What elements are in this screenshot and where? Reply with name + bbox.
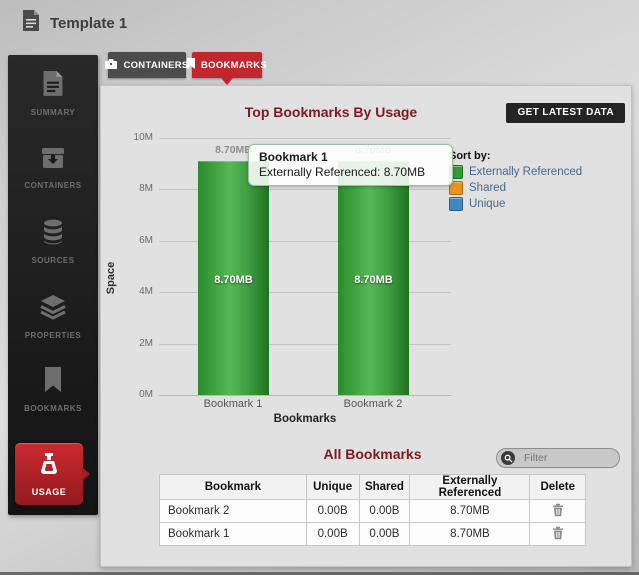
bookmark-icon — [44, 380, 62, 397]
table-header-row: Bookmark Unique Shared Externally Refere… — [160, 475, 586, 500]
cell-shared: 0.00B — [359, 523, 410, 546]
tooltip-title: Bookmark 1 — [259, 150, 442, 164]
x-axis-line — [159, 395, 451, 396]
x-category-label: Bookmark 1 — [183, 398, 283, 410]
trash-icon — [552, 528, 564, 543]
chart-tooltip: Bookmark 1 Externally Referenced: 8.70MB — [248, 144, 453, 186]
search-icon — [501, 451, 515, 465]
bar-inner-label: 8.70MB — [338, 274, 409, 286]
legend-entry-unique[interactable]: Unique — [449, 197, 582, 211]
tooltip-value: Externally Referenced: 8.70MB — [259, 165, 442, 179]
document-icon — [22, 10, 40, 37]
legend-entry-externally-referenced[interactable]: Externally Referenced — [449, 165, 582, 179]
sidebar-item-sources[interactable]: SOURCES — [8, 219, 98, 265]
y-axis-label: Space — [105, 238, 117, 318]
col-header-bookmark[interactable]: Bookmark — [160, 475, 307, 500]
filter-input[interactable] — [522, 451, 615, 465]
cell-externally-referenced: 8.70MB — [410, 523, 530, 546]
layers-icon — [39, 307, 67, 324]
bookmarks-table: Bookmark Unique Shared Externally Refere… — [159, 474, 586, 546]
table-row: Bookmark 1 0.00B 0.00B 8.70MB — [160, 523, 586, 546]
y-tick-label: 0M — [101, 389, 153, 400]
sidebar-item-label: CONTAINERS — [8, 181, 98, 190]
cell-bookmark: Bookmark 2 — [160, 500, 307, 523]
cell-externally-referenced: 8.70MB — [410, 500, 530, 523]
sidebar-item-label: BOOKMARKS — [8, 404, 98, 413]
active-item-arrow — [82, 467, 90, 481]
delete-bookmark-button[interactable] — [552, 503, 564, 517]
sidebar: SUMMARY CONTAINERS SOURCES PROPERTIES BO… — [8, 55, 98, 515]
bar-inner-label: 8.70MB — [198, 274, 269, 286]
sidebar-item-label: SUMMARY — [8, 108, 98, 117]
y-tick-label: 10M — [101, 132, 153, 143]
col-header-unique[interactable]: Unique — [306, 475, 359, 500]
archive-icon — [40, 157, 66, 174]
bookmark-icon — [187, 58, 195, 72]
x-category-label: Bookmark 2 — [323, 398, 423, 410]
col-header-externally-referenced[interactable]: Externally Referenced — [410, 475, 530, 500]
delete-bookmark-button[interactable] — [552, 526, 564, 540]
usage-panel: Top Bookmarks By Usage GET LATEST DATA 0… — [100, 85, 632, 567]
sidebar-item-label: PROPERTIES — [8, 331, 98, 340]
sidebar-item-label: SOURCES — [8, 256, 98, 265]
legend-entry-shared[interactable]: Shared — [449, 181, 582, 195]
sidebar-item-usage[interactable]: USAGE — [15, 443, 83, 505]
sidebar-item-summary[interactable]: SUMMARY — [8, 71, 98, 117]
sidebar-item-containers[interactable]: CONTAINERS — [8, 146, 98, 190]
page-title: Template 1 — [50, 15, 127, 32]
chart-legend: Sort by: Externally Referenced Shared Un… — [449, 150, 582, 211]
blue-swatch-icon — [449, 197, 463, 211]
table-row: Bookmark 2 0.00B 0.00B 8.70MB — [160, 500, 586, 523]
scale-icon — [37, 465, 61, 482]
document-icon — [42, 84, 64, 101]
col-header-delete[interactable]: Delete — [530, 475, 586, 500]
container-icon — [105, 59, 117, 72]
cell-shared: 0.00B — [359, 500, 410, 523]
app-window: Template 1 CONTAINERS BOOKMARKS SUMMARY … — [0, 0, 639, 575]
database-icon — [41, 232, 65, 249]
y-tick-label: 2M — [101, 338, 153, 349]
legend-title: Sort by: — [449, 150, 582, 162]
tab-label: BOOKMARKS — [201, 60, 267, 71]
filter-field[interactable] — [496, 448, 620, 468]
sidebar-item-label: USAGE — [15, 487, 83, 497]
trash-icon — [552, 505, 564, 520]
sidebar-item-properties[interactable]: PROPERTIES — [8, 294, 98, 340]
tab-label: CONTAINERS — [123, 60, 188, 71]
x-axis-label: Bookmarks — [159, 413, 451, 425]
page-header: Template 1 — [22, 10, 127, 37]
sidebar-item-bookmarks[interactable]: BOOKMARKS — [8, 367, 98, 413]
get-latest-data-button[interactable]: GET LATEST DATA — [506, 103, 625, 123]
cell-unique: 0.00B — [306, 500, 359, 523]
gridline — [159, 138, 451, 139]
chart-title: Top Bookmarks By Usage — [181, 104, 481, 120]
col-header-shared[interactable]: Shared — [359, 475, 410, 500]
y-tick-label: 8M — [101, 183, 153, 194]
tab-bookmarks[interactable]: BOOKMARKS — [192, 52, 262, 78]
cell-bookmark: Bookmark 1 — [160, 523, 307, 546]
active-tab-arrow — [221, 78, 233, 85]
tab-containers[interactable]: CONTAINERS — [108, 52, 186, 78]
cell-unique: 0.00B — [306, 523, 359, 546]
